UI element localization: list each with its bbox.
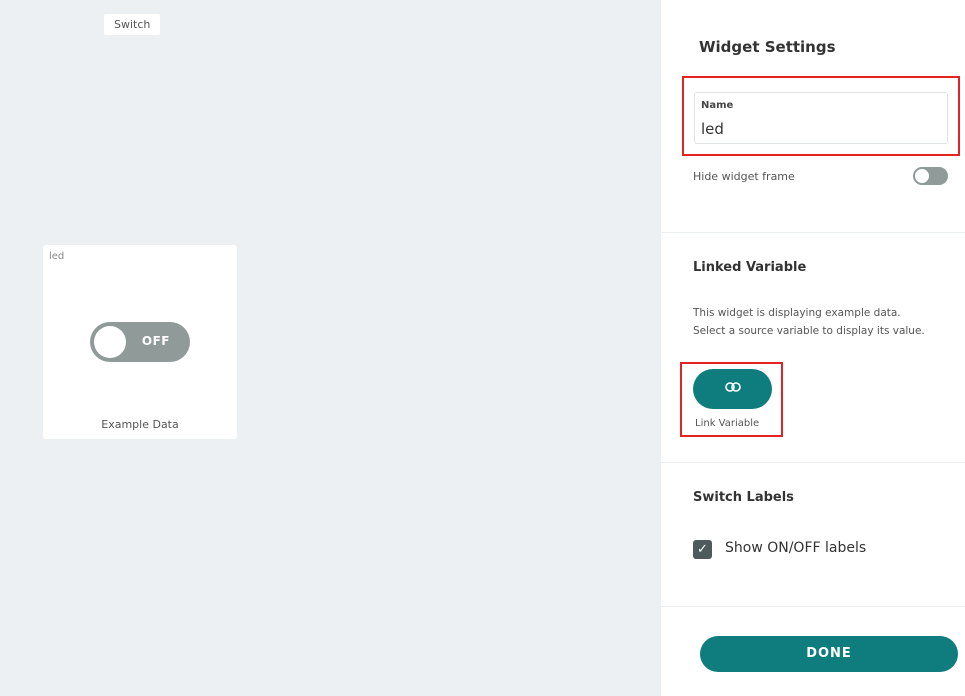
- hide-frame-toggle[interactable]: [913, 167, 948, 185]
- link-variable-label[interactable]: Link Variable: [695, 418, 759, 429]
- section-divider: [661, 462, 965, 463]
- switch-toggle[interactable]: OFF: [90, 322, 190, 362]
- toggle-knob: [94, 326, 126, 358]
- help-line-2: Select a source variable to display its …: [693, 325, 925, 337]
- dashboard-canvas: Switch led OFF Example Data: [0, 0, 661, 696]
- widget-settings-panel: Widget Settings Name led Hide widget fra…: [661, 0, 965, 696]
- show-labels-label[interactable]: Show ON/OFF labels: [725, 540, 866, 556]
- switch-widget-card[interactable]: led OFF Example Data: [43, 245, 237, 439]
- name-field-value[interactable]: led: [701, 120, 724, 138]
- panel-title: Widget Settings: [699, 38, 836, 56]
- linked-variable-title: Linked Variable: [693, 260, 807, 275]
- show-labels-checkbox[interactable]: ✓: [693, 540, 712, 559]
- widget-name-label: led: [49, 251, 65, 262]
- section-divider: [661, 232, 965, 233]
- link-variable-button[interactable]: [693, 369, 772, 409]
- toggle-state-text: OFF: [141, 334, 170, 348]
- link-icon: [693, 380, 772, 396]
- hide-frame-label: Hide widget frame: [693, 170, 795, 183]
- help-line-1: This widget is displaying example data.: [693, 307, 901, 319]
- hide-frame-toggle-knob: [915, 169, 929, 183]
- done-button[interactable]: DONE: [700, 636, 958, 672]
- linked-variable-help: This widget is displaying example data. …: [693, 304, 925, 340]
- check-icon: ✓: [697, 542, 708, 557]
- switch-labels-title: Switch Labels: [693, 490, 794, 505]
- name-highlight-box: [682, 76, 960, 156]
- widget-caption: Example Data: [101, 418, 179, 431]
- section-divider: [661, 606, 965, 607]
- switch-widget-tag[interactable]: Switch: [104, 14, 161, 35]
- name-field-label: Name: [701, 100, 734, 111]
